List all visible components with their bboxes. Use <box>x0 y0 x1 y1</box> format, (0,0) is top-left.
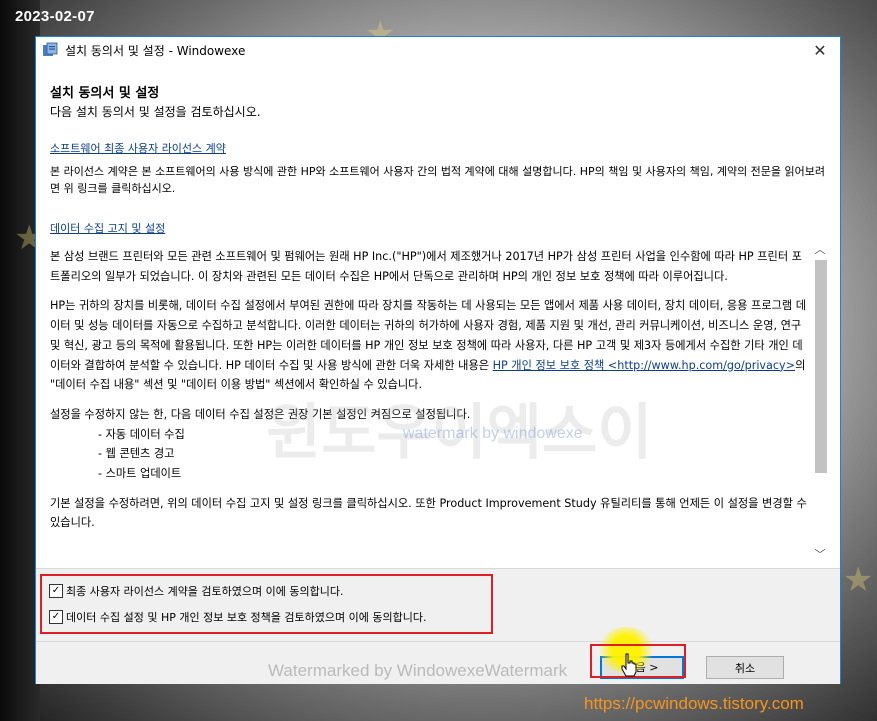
paragraph: 본 삼성 브랜드 프린터와 모든 관련 소프트웨어 및 펌웨어는 원래 HP I… <box>50 250 802 283</box>
close-icon[interactable]: ✕ <box>800 37 840 64</box>
decorative-star: ★ <box>843 560 874 600</box>
annotation-highlight-box <box>40 574 493 634</box>
annotation-highlight-box <box>590 644 686 678</box>
desktop-background <box>0 0 40 721</box>
eula-description: 본 라이선스 계약은 본 소프트웨어의 사용 방식에 관한 HP와 소프트웨어 … <box>50 165 826 195</box>
hand-cursor-icon <box>621 653 637 677</box>
paragraph: 기본 설정을 수정하려면, 위의 데이터 수집 고지 및 설정 링크를 클릭하십… <box>50 496 807 530</box>
date-stamp: 2023-02-07 <box>15 8 95 25</box>
window-title: 설치 동의서 및 설정 - Windowexe <box>65 44 246 58</box>
eula-link[interactable]: 소프트웨어 최종 사용자 라이선스 계약 <box>50 140 226 156</box>
chevron-down-icon[interactable]: ﹀ <box>812 547 828 563</box>
chevron-up-icon[interactable]: ︿ <box>812 242 828 258</box>
page-title: 설치 동의서 및 설정 <box>50 86 160 101</box>
content-panel: 설치 동의서 및 설정 다음 설치 동의서 및 설정을 검토하십시오. 소프트웨… <box>36 64 840 568</box>
page-subtitle: 다음 설치 동의서 및 설정을 검토하십시오. <box>50 105 261 119</box>
title-bar[interactable]: 설치 동의서 및 설정 - Windowexe ✕ <box>36 37 840 64</box>
watermark-text: watermark by windowexe <box>403 425 583 442</box>
app-icon <box>43 42 58 56</box>
data-collection-link[interactable]: 데이터 수집 고지 및 설정 <box>50 220 165 236</box>
divider <box>36 641 840 642</box>
site-url-watermark: https://pcwindows.tistory.com <box>584 694 804 713</box>
cancel-button[interactable]: 취소 <box>706 656 784 679</box>
vertical-scrollbar[interactable]: ︿ ﹀ <box>812 242 828 569</box>
scrollbar-thumb[interactable] <box>815 260 827 473</box>
paragraph: HP는 귀하의 장치를 비롯해, 데이터 수집 설정에서 부여된 권한에 따라 … <box>50 296 810 395</box>
watermark-text: Watermarked by WindowexeWatermark <box>268 661 568 680</box>
privacy-policy-link[interactable]: HP 개인 정보 보호 정책 <http://www.hp.com/go/pri… <box>493 359 795 372</box>
